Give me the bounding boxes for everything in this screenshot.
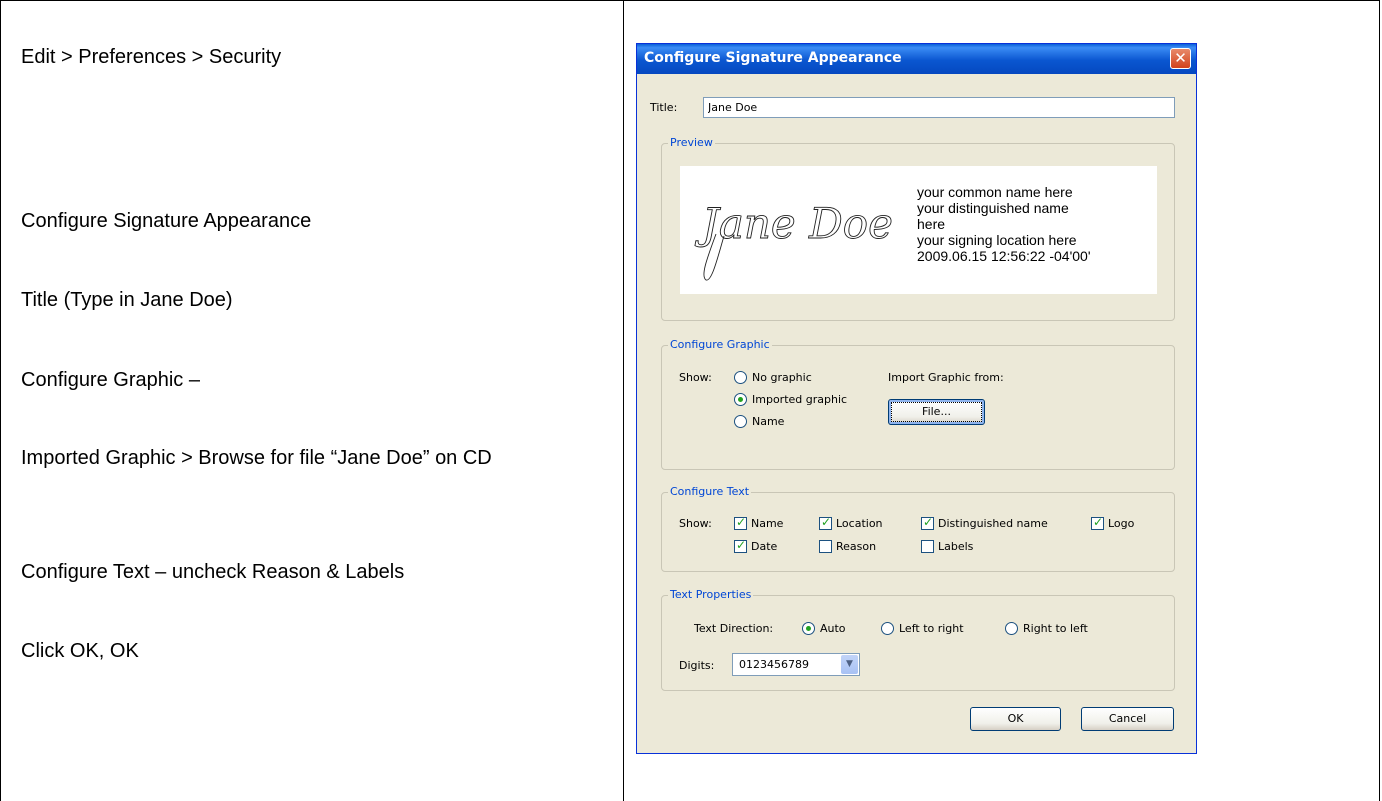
- configure-text-label: Configure Text: [668, 485, 752, 498]
- digits-select[interactable]: 0123456789 ▼: [732, 653, 860, 676]
- step-configure-text: Configure Text – uncheck Reason & Labels: [21, 561, 405, 583]
- table-column-divider: [623, 0, 624, 801]
- step-edit-preferences: Edit > Preferences > Security: [21, 46, 282, 68]
- close-icon[interactable]: ✕: [1170, 48, 1191, 69]
- configure-graphic-group: Configure Graphic Show: No graphic Impor…: [661, 338, 1175, 470]
- ok-button[interactable]: OK: [970, 707, 1061, 731]
- step-click-ok: Click OK, OK: [21, 640, 139, 662]
- checkbox-logo[interactable]: [1091, 515, 1104, 530]
- checkbox-distinguished-name-label: Distinguished name: [938, 517, 1048, 530]
- checkbox-reason[interactable]: [819, 540, 832, 553]
- radio-left-to-right-label: Left to right: [899, 622, 964, 635]
- checkbox-location-label: Location: [836, 517, 883, 530]
- radio-imported-graphic[interactable]: [734, 393, 747, 406]
- checkbox-distinguished-name[interactable]: [921, 515, 934, 530]
- signature-script: Jane Doe: [694, 199, 893, 248]
- checkbox-name-label: Name: [751, 517, 784, 530]
- import-graphic-label: Import Graphic from:: [888, 371, 1004, 384]
- preview-location: your signing location here: [917, 232, 1077, 248]
- step-configure-signature: Configure Signature Appearance: [21, 210, 312, 232]
- digits-value: 0123456789: [739, 658, 809, 671]
- preview-common-name: your common name here: [917, 184, 1073, 200]
- step-configure-graphic: Configure Graphic –: [21, 369, 200, 391]
- radio-right-to-left-label: Right to left: [1023, 622, 1088, 635]
- radio-imported-graphic-label: Imported graphic: [752, 393, 848, 406]
- title-field-label: Title:: [650, 101, 678, 114]
- radio-name[interactable]: [734, 415, 747, 428]
- chevron-down-icon[interactable]: ▼: [841, 655, 858, 674]
- step-imported-graphic: Imported Graphic > Browse for file “Jane…: [21, 447, 492, 469]
- checkbox-logo-label: Logo: [1108, 517, 1135, 530]
- text-properties-label: Text Properties: [668, 588, 754, 601]
- radio-name-label: Name: [752, 415, 785, 428]
- dialog-title: Configure Signature Appearance: [644, 50, 902, 66]
- radio-left-to-right[interactable]: [881, 622, 894, 635]
- checkbox-reason-label: Reason: [836, 540, 877, 553]
- preview-distinguished-name: your distinguished name: [917, 200, 1069, 216]
- radio-no-graphic-label: No graphic: [752, 371, 812, 384]
- checkbox-date-label: Date: [751, 540, 778, 553]
- digits-label: Digits:: [679, 659, 715, 672]
- text-direction-label: Text Direction:: [694, 622, 774, 635]
- radio-no-graphic[interactable]: [734, 371, 747, 384]
- radio-right-to-left[interactable]: [1005, 622, 1018, 635]
- checkbox-location[interactable]: [819, 515, 832, 530]
- step-title: Title (Type in Jane Doe): [21, 289, 233, 311]
- preview-distinguished-name-cont: here: [917, 216, 946, 232]
- radio-direction-auto[interactable]: [802, 622, 815, 635]
- cancel-button[interactable]: Cancel: [1081, 707, 1174, 731]
- checkbox-date[interactable]: [734, 538, 747, 553]
- configure-signature-dialog: Configure Signature Appearance ✕ Title: …: [636, 43, 1197, 754]
- signature-preview: Jane Doe your common name here your dist…: [680, 166, 1157, 294]
- graphic-show-label: Show:: [679, 371, 712, 384]
- configure-text-group: Configure Text Show: Name Location Disti…: [661, 485, 1175, 572]
- preview-group-label: Preview: [668, 136, 715, 149]
- checkbox-labels[interactable]: [921, 540, 934, 553]
- radio-direction-auto-label: Auto: [820, 622, 846, 635]
- preview-group: Preview Jane Doe your common name here y…: [661, 136, 1175, 321]
- checkbox-labels-label: Labels: [938, 540, 974, 553]
- checkbox-name[interactable]: [734, 515, 747, 530]
- title-input[interactable]: [703, 97, 1175, 118]
- signature-image: Jane Doe: [694, 199, 893, 281]
- text-show-label: Show:: [679, 517, 712, 530]
- file-button[interactable]: File...: [888, 399, 985, 425]
- dialog-titlebar[interactable]: Configure Signature Appearance ✕: [637, 44, 1196, 74]
- configure-graphic-label: Configure Graphic: [668, 338, 772, 351]
- text-properties-group: Text Properties Text Direction: Auto Lef…: [661, 588, 1175, 691]
- preview-date: 2009.06.15 12:56:22 -04'00': [917, 248, 1091, 264]
